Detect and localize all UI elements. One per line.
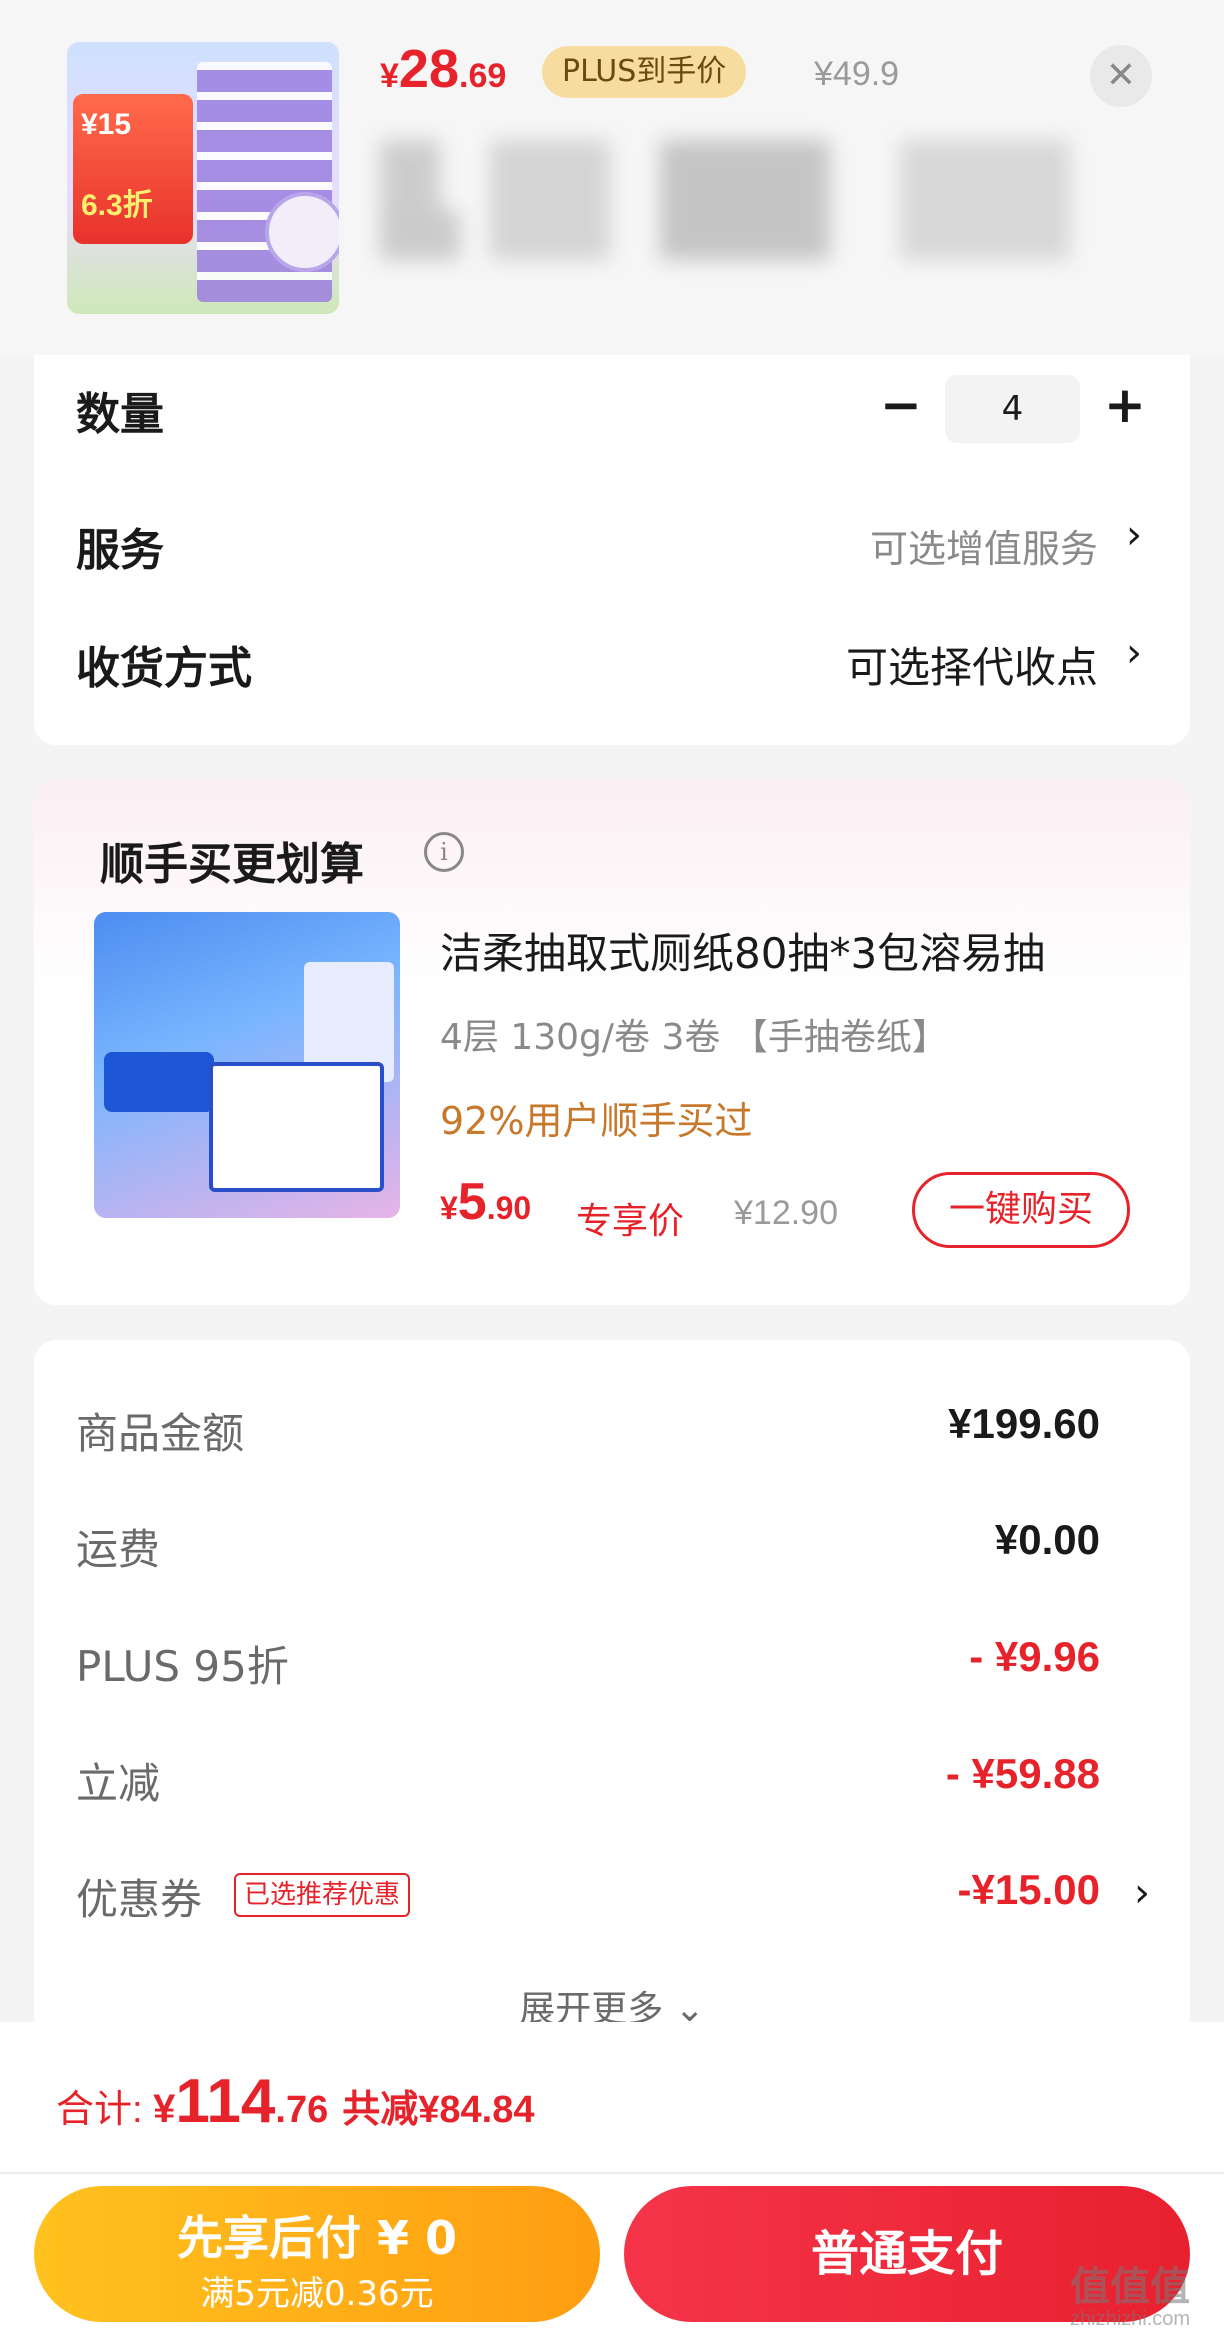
total-currency: ¥ <box>153 2087 176 2131</box>
product-header: ¥15 6.3折 ¥28.69 PLUS到手价 ¥49.9 ✕ <box>0 0 1224 355</box>
service-value[interactable]: 可选增值服务 <box>870 518 1098 573</box>
bundle-product-image[interactable] <box>94 912 400 1218</box>
summary-row-label: 立减 <box>76 1759 161 1808</box>
bundle-offer-card: 顺手买更划算 i 洁柔抽取式厕纸80抽*3包溶易抽 4层 130g/卷 3卷 【… <box>34 780 1190 1305</box>
checkout-bar: 合计: ¥114.76 共减¥84.84 先享后付 ¥ 0 满5元减0.36元 普… <box>0 2022 1224 2334</box>
summary-row-value: ¥0.00 <box>994 1516 1100 1563</box>
product-thumbnail[interactable]: ¥15 6.3折 <box>67 42 339 314</box>
summary-row-value: - ¥9.96 <box>969 1633 1100 1680</box>
coupon-recommended-tag: 已选推荐优惠 <box>234 1873 411 1917</box>
bundle-exclusive-label: 专享价 <box>576 1201 685 1242</box>
delivery-label: 收货方式 <box>76 643 252 694</box>
service-chevron-icon[interactable]: › <box>1126 512 1142 558</box>
bundle-title: 顺手买更划算 <box>100 839 364 890</box>
bundle-price-integer: 5 <box>457 1173 487 1231</box>
site-watermark: 值值值 zhizhizhi.com <box>1070 2254 1190 2331</box>
watermark-url: zhizhizhi.com <box>1070 2308 1191 2330</box>
bundle-price-currency: ¥ <box>440 1190 458 1226</box>
summary-row-label: 运费 <box>76 1525 161 1574</box>
quantity-increase-button[interactable]: + <box>1100 380 1150 430</box>
service-label: 服务 <box>76 525 164 576</box>
total-saved: 共减¥84.84 <box>342 2089 535 2131</box>
delivery-value[interactable]: 可选择代收点 <box>846 634 1098 695</box>
pay-later-subtitle: 满5元减0.36元 <box>200 2274 434 2314</box>
original-price: ¥49.9 <box>814 55 900 93</box>
product-title-blurred <box>380 140 1070 260</box>
pay-later-button[interactable]: 先享后付 ¥ 0 满5元减0.36元 <box>34 2186 600 2322</box>
current-price-currency: ¥ <box>380 57 399 95</box>
promo-badge: ¥15 6.3折 <box>73 94 193 244</box>
bundle-product-spec: 4层 130g/卷 3卷 【手抽卷纸】 <box>440 1017 948 1058</box>
close-button[interactable]: ✕ <box>1090 45 1152 107</box>
quantity-label: 数量 <box>76 389 164 440</box>
pay-later-title: 先享后付 ¥ 0 <box>176 2211 458 2265</box>
quantity-input[interactable]: 4 <box>945 375 1080 443</box>
bundle-box-image <box>209 1062 384 1192</box>
bundle-price-decimal: .90 <box>486 1190 532 1226</box>
total-label: 合计: <box>56 2089 154 2131</box>
current-price-integer: 28 <box>398 39 459 99</box>
total-decimal: .76 <box>275 2089 329 2131</box>
bundle-banner <box>104 1052 214 1112</box>
product-tissue-image <box>265 192 339 272</box>
promo-badge-amount: ¥15 <box>81 108 132 141</box>
total-integer: 114 <box>175 2067 276 2136</box>
coupon-label: 优惠券 <box>76 1875 203 1924</box>
info-icon[interactable]: i <box>424 832 464 872</box>
summary-row-label: PLUS 95折 <box>76 1642 289 1691</box>
bundle-social-proof: 92%用户顺手买过 <box>440 1099 753 1143</box>
summary-row-label: 商品金额 <box>76 1409 245 1458</box>
current-price: ¥28.69 <box>380 38 506 100</box>
coupon-value[interactable]: -¥15.00 <box>958 1866 1100 1914</box>
divider <box>0 2172 1224 2174</box>
coupon-chevron-icon[interactable]: › <box>1134 1870 1150 1916</box>
price-summary-card: 商品金额 ¥199.60 运费 ¥0.00 PLUS 95折 - ¥9.96 立… <box>34 1340 1190 2040</box>
bundle-price: ¥5.90 <box>440 1172 531 1232</box>
current-price-decimal: .69 <box>459 57 507 95</box>
order-total: 合计: ¥114.76 共减¥84.84 <box>56 2066 534 2137</box>
watermark-logo: 值值值 <box>1070 2264 1191 2310</box>
bundle-original-price: ¥12.90 <box>734 1194 838 1232</box>
plus-price-tag: PLUS到手价 <box>542 46 747 98</box>
quantity-decrease-button[interactable]: − <box>876 380 926 430</box>
promo-badge-discount: 6.3折 <box>81 189 153 222</box>
delivery-chevron-icon[interactable]: › <box>1126 630 1142 676</box>
summary-row-value: - ¥59.88 <box>945 1750 1100 1797</box>
bundle-product-name[interactable]: 洁柔抽取式厕纸80抽*3包溶易抽 <box>440 920 1045 981</box>
summary-row-value: ¥199.60 <box>948 1400 1100 1447</box>
one-click-buy-button[interactable]: 一键购买 <box>912 1172 1130 1248</box>
close-icon: ✕ <box>1105 55 1137 96</box>
